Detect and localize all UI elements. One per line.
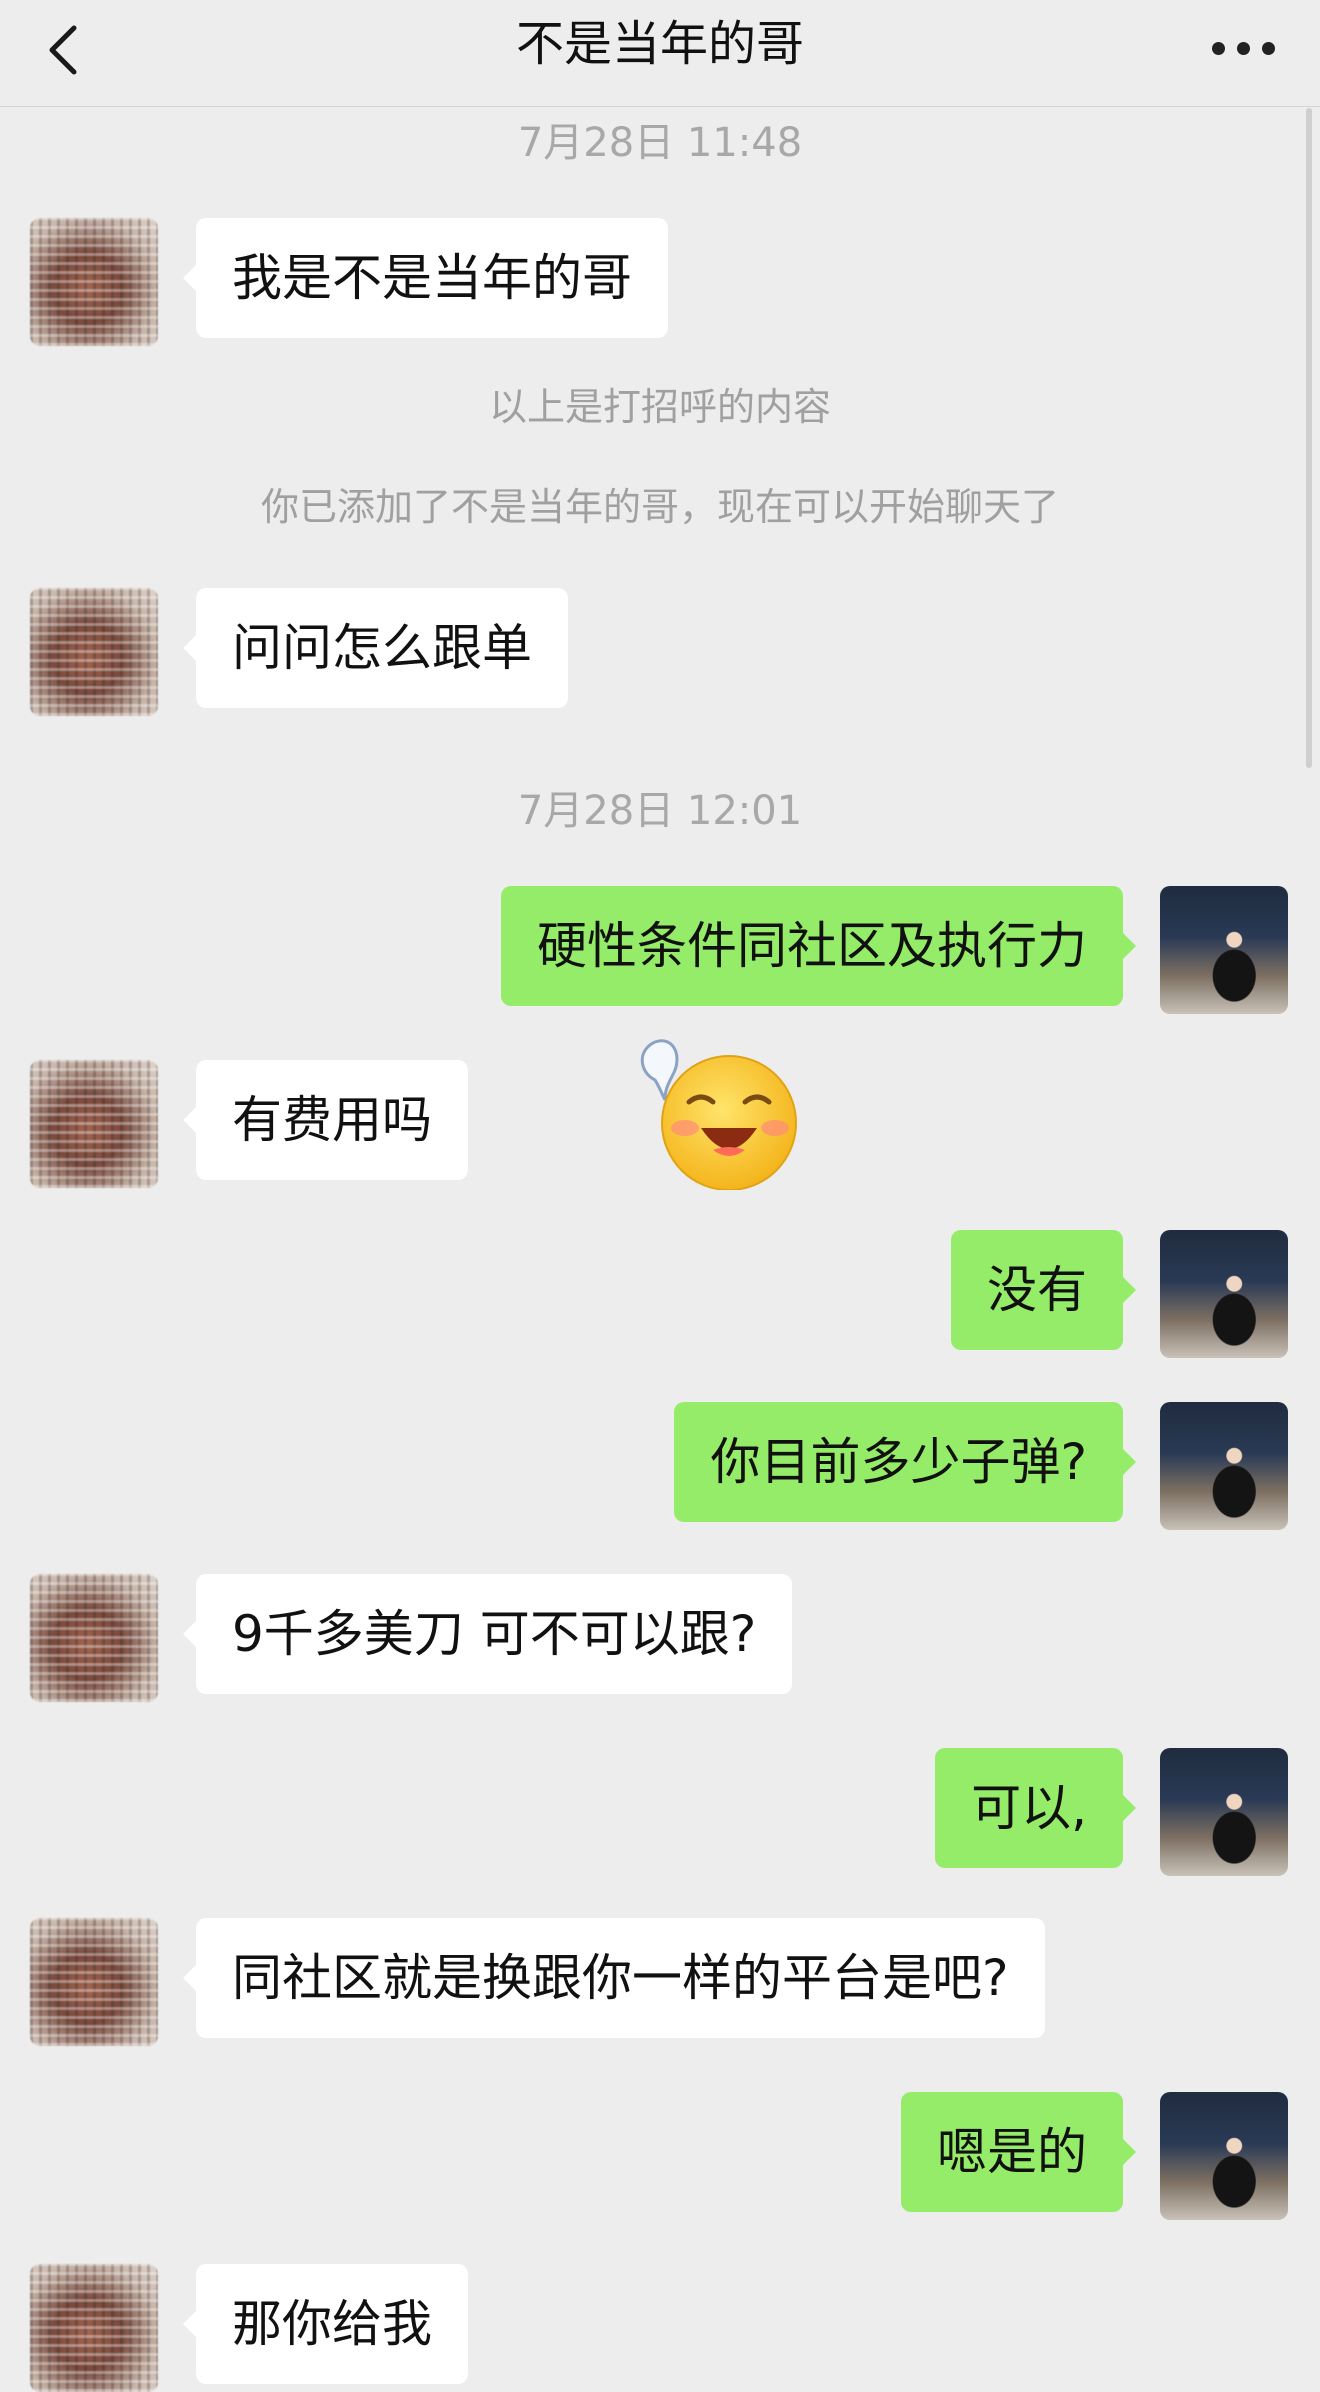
user-avatar[interactable] <box>1160 1402 1288 1530</box>
message-bubble-incoming[interactable]: 我是不是当年的哥 <box>183 218 668 338</box>
message-bubble-incoming[interactable]: 问问怎么跟单 <box>183 588 568 708</box>
chat-header: 不是当年的哥 <box>0 0 1320 107</box>
message-bubble-incoming[interactable]: 同社区就是换跟你一样的平台是吧? <box>183 1918 1045 2038</box>
contact-avatar[interactable] <box>30 1574 158 1702</box>
chat-title: 不是当年的哥 <box>515 16 804 72</box>
message-bubble-outgoing[interactable]: 可以, <box>935 1748 1136 1868</box>
user-avatar[interactable] <box>1160 1748 1288 1876</box>
contact-avatar[interactable] <box>30 1918 158 2046</box>
message-bubble-incoming[interactable]: 那你给我 <box>183 2264 468 2384</box>
contact-avatar[interactable] <box>30 1060 158 1188</box>
timestamp: 7月28日 11:48 <box>517 120 803 166</box>
contact-avatar[interactable] <box>30 2264 158 2392</box>
user-avatar[interactable] <box>1160 2092 1288 2220</box>
contact-avatar[interactable] <box>30 588 158 716</box>
message-bubble-outgoing[interactable]: 你目前多少子弹? <box>674 1402 1136 1522</box>
more-dot <box>1262 42 1275 55</box>
message-bubble-outgoing[interactable]: 硬性条件同社区及执行力 <box>501 886 1136 1006</box>
message-bubble-incoming[interactable]: 有费用吗 <box>183 1060 468 1180</box>
user-avatar[interactable] <box>1160 1230 1288 1358</box>
system-message: 你已添加了不是当年的哥，现在可以开始聊天了 <box>260 485 1059 529</box>
message-bubble-outgoing[interactable]: 没有 <box>951 1230 1136 1350</box>
user-avatar[interactable] <box>1160 886 1288 1014</box>
more-button[interactable] <box>1204 18 1284 78</box>
more-dot <box>1212 42 1225 55</box>
system-message: 以上是打招呼的内容 <box>488 385 831 429</box>
message-bubble-incoming[interactable]: 9千多美刀 可不可以跟? <box>182 1574 793 1694</box>
relieved-sweat-emoji-icon[interactable] <box>635 1020 815 1190</box>
message-bubble-outgoing[interactable]: 嗯是的 <box>901 2092 1136 2212</box>
contact-avatar[interactable] <box>30 218 158 346</box>
timestamp: 7月28日 12:01 <box>517 788 803 834</box>
more-dot <box>1237 42 1250 55</box>
scrollbar[interactable] <box>1306 108 1312 768</box>
